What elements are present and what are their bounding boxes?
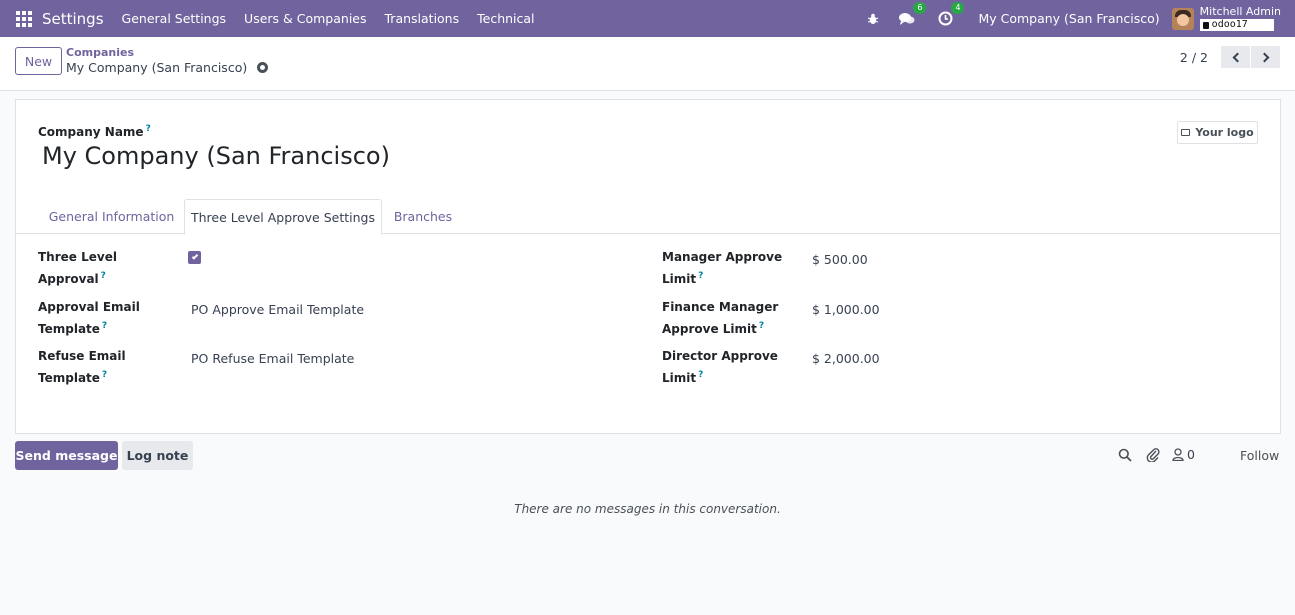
field-label-text: Refuse Email Template	[38, 349, 126, 385]
company-name-input[interactable]: My Company (San Francisco)	[42, 142, 390, 170]
messages-count-badge: 6	[913, 1, 927, 14]
log-note-button[interactable]: Log note	[122, 441, 193, 470]
field-label-three-level-approval: Three Level Approval?	[38, 248, 178, 289]
field-label-refuse-email-template: Refuse Email Template?	[38, 347, 178, 388]
tab-branches[interactable]: Branches	[382, 199, 464, 234]
director-approve-limit-field[interactable]: $ 2,000.00	[812, 349, 880, 368]
field-label-text: Approval Email Template	[38, 300, 140, 336]
menu-users-companies[interactable]: Users & Companies	[244, 11, 366, 26]
help-tooltip-icon[interactable]: ?	[698, 271, 703, 281]
refuse-email-template-field[interactable]: PO Refuse Email Template	[191, 349, 354, 368]
tab-general-information[interactable]: General Information	[38, 199, 185, 234]
company-switcher[interactable]: My Company (San Francisco)	[978, 11, 1159, 26]
followers-button[interactable]: 0	[1172, 447, 1195, 462]
activities-clock-icon[interactable]: 4	[936, 1, 965, 28]
finance-manager-approve-limit-field[interactable]: $ 1,000.00	[812, 300, 880, 319]
camera-icon	[1181, 129, 1191, 136]
database-name-label: odoo17	[1211, 19, 1248, 30]
paperclip-icon[interactable]	[1145, 447, 1160, 462]
chevron-right-icon	[1259, 52, 1269, 62]
three-level-approval-checkbox[interactable]	[188, 251, 201, 264]
database-name: odoo17	[1199, 19, 1274, 31]
menu-technical[interactable]: Technical	[477, 11, 534, 26]
field-label-text: Manager Approve Limit	[662, 250, 783, 286]
form-sheet: Company Name? My Company (San Francisco)…	[15, 99, 1281, 434]
debug-bug-icon[interactable]	[864, 10, 882, 28]
app-title[interactable]: Settings	[42, 10, 104, 28]
field-label-manager-approve-limit: Manager Approve Limit?	[662, 248, 792, 289]
user-icon	[1172, 448, 1184, 461]
field-label-director-approve-limit: Director Approve Limit?	[662, 347, 792, 388]
user-name: Mitchell Admin	[1199, 5, 1281, 18]
pager-buttons	[1221, 46, 1280, 68]
tab-three-level-approve-settings[interactable]: Three Level Approve Settings	[184, 199, 382, 235]
help-tooltip-icon[interactable]: ?	[146, 124, 151, 134]
help-tooltip-icon[interactable]: ?	[102, 370, 107, 380]
apps-menu-icon[interactable]	[16, 10, 32, 27]
navbar-systray: 6 4 My Company (San Francisco) Mitchell …	[864, 0, 1281, 37]
menu-translations[interactable]: Translations	[385, 11, 460, 26]
form-tabs: General Information Three Level Approve …	[16, 199, 1280, 235]
breadcrumb-companies[interactable]: Companies	[66, 46, 134, 59]
new-button[interactable]: New	[15, 47, 62, 75]
breadcrumb-current: My Company (San Francisco)	[66, 60, 269, 75]
company-name-label: Company Name?	[38, 124, 151, 139]
user-avatar[interactable]	[1171, 7, 1194, 30]
send-message-button[interactable]: Send message	[15, 441, 118, 470]
field-label-text: Director Approve Limit	[662, 349, 778, 385]
field-label-approval-email-template: Approval Email Template?	[38, 298, 178, 339]
empty-conversation-text: There are no messages in this conversati…	[514, 502, 781, 516]
field-label-finance-manager-approve-limit: Finance Manager Approve Limit?	[662, 298, 792, 339]
followers-count: 0	[1187, 447, 1195, 462]
pager-previous-button[interactable]	[1221, 46, 1250, 68]
top-navbar: Settings General Settings Users & Compan…	[0, 0, 1295, 37]
user-menu[interactable]: Mitchell Admin odoo17	[1199, 5, 1281, 31]
help-tooltip-icon[interactable]: ?	[759, 321, 764, 331]
pager-next-button[interactable]	[1251, 46, 1280, 68]
manager-approve-limit-field[interactable]: $ 500.00	[812, 250, 868, 269]
logo-label: Your logo	[1195, 126, 1254, 139]
breadcrumb-current-label: My Company (San Francisco)	[66, 60, 248, 75]
checkmark-icon	[191, 253, 198, 260]
company-logo-upload[interactable]: Your logo	[1177, 121, 1258, 144]
messages-icon[interactable]: 6	[898, 1, 927, 28]
help-tooltip-icon[interactable]: ?	[101, 271, 106, 281]
chevron-left-icon	[1232, 52, 1242, 62]
approval-email-template-field[interactable]: PO Approve Email Template	[191, 300, 364, 319]
menu-general-settings[interactable]: General Settings	[122, 11, 227, 26]
control-panel: New Companies My Company (San Francisco)…	[0, 37, 1295, 91]
search-icon[interactable]	[1117, 447, 1132, 462]
follow-button[interactable]: Follow	[1240, 448, 1279, 463]
pager-value[interactable]: 2 / 2	[1180, 50, 1208, 65]
gear-icon[interactable]	[257, 62, 269, 73]
help-tooltip-icon[interactable]: ?	[102, 321, 107, 331]
activities-count-badge: 4	[951, 1, 965, 14]
database-icon	[1202, 21, 1209, 29]
help-tooltip-icon[interactable]: ?	[698, 370, 703, 380]
company-name-label-text: Company Name	[38, 125, 144, 139]
main-menu: General Settings Users & Companies Trans…	[122, 11, 535, 26]
chatter-toolbar: 0	[1117, 447, 1195, 462]
